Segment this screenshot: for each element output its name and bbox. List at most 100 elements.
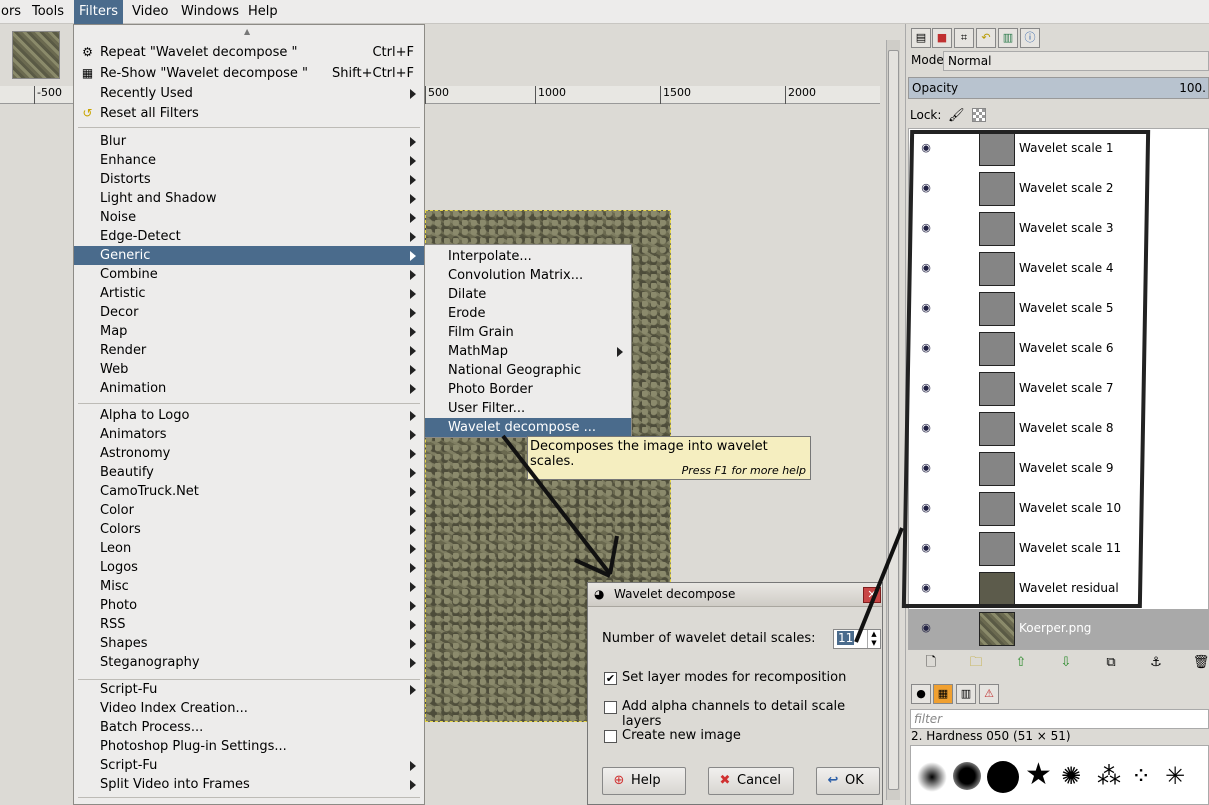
eye-icon[interactable]: ◉ [919,501,933,515]
menu-item-animators[interactable]: Animators [74,425,424,444]
layer-row[interactable]: ◉ Koerper.png [909,609,1208,649]
layer-row[interactable]: ◉ Wavelet scale 6 [909,329,1208,369]
new-image-checkbox[interactable] [604,730,617,743]
tab-info-icon[interactable]: ⓘ [1020,28,1040,48]
eye-icon[interactable]: ◉ [919,341,933,355]
layer-row[interactable]: ◉ Wavelet scale 2 [909,169,1208,209]
eye-icon[interactable]: ◉ [919,541,933,555]
menu-item-wavelet-decompose[interactable]: Wavelet decompose ... [425,418,631,437]
splatter-brush-icon[interactable]: ✳ [1165,764,1185,788]
eye-icon[interactable]: ◉ [919,581,933,595]
vertical-scrollbar[interactable] [886,40,900,800]
menu-item-photoshop-plug-in-settings[interactable]: Photoshop Plug-in Settings... [74,737,424,756]
new-layer-icon[interactable]: 🗋 [922,654,940,672]
anchor-layer-icon[interactable]: ⚓ [1147,654,1165,672]
menu-item-edge-detect[interactable]: Edge-Detect [74,227,424,246]
menu-item-film-grain[interactable]: Film Grain [425,323,631,342]
layer-row[interactable]: ◉ Wavelet scale 3 [909,209,1208,249]
menu-item-reshow[interactable]: ▦ Re-Show "Wavelet decompose " Shift+Ctr… [74,64,424,83]
menu-item-shapes[interactable]: Shapes [74,634,424,653]
menu-item-photo[interactable]: Photo [74,596,424,615]
menu-item-enhance[interactable]: Enhance [74,151,424,170]
brush-filter-input[interactable]: filter [910,709,1209,729]
eye-icon[interactable]: ◉ [919,421,933,435]
tab-paths-icon[interactable]: ⌗ [954,28,974,48]
layer-row[interactable]: ◉ Wavelet scale 8 [909,409,1208,449]
menu-windows[interactable]: Windows [176,0,244,24]
eye-icon[interactable]: ◉ [919,261,933,275]
menu-item-artistic[interactable]: Artistic [74,284,424,303]
menu-item-camotruck-net[interactable]: CamoTruck.Net [74,482,424,501]
menu-item-light-and-shadow[interactable]: Light and Shadow [74,189,424,208]
scroll-up-icon[interactable]: ▲ [244,27,250,36]
new-group-icon[interactable]: 🗀 [967,654,985,672]
dialog-titlebar[interactable]: ◕ Wavelet decompose ✕ [588,583,882,607]
layer-row[interactable]: ◉ Wavelet scale 10 [909,489,1208,529]
menu-item-rss[interactable]: RSS [74,615,424,634]
raise-layer-icon[interactable]: ⇧ [1012,654,1030,672]
menu-item-national-geographic[interactable]: National Geographic [425,361,631,380]
eye-icon[interactable]: ◉ [919,181,933,195]
scales-value[interactable]: 11 [837,631,855,645]
alpha-channels-checkbox[interactable] [604,701,617,714]
menu-item-reset-all[interactable]: ↺ Reset all Filters [74,104,424,123]
layer-row[interactable]: ◉ Wavelet scale 11 [909,529,1208,569]
layer-modes-checkbox[interactable]: ✔ [604,672,617,685]
menu-item-erode[interactable]: Erode [425,304,631,323]
eye-icon[interactable]: ◉ [919,141,933,155]
menu-item-user-filter[interactable]: User Filter... [425,399,631,418]
eye-icon[interactable]: ◉ [919,381,933,395]
tab-undo-icon[interactable]: ↶ [976,28,996,48]
scrollbar-thumb[interactable] [888,50,899,790]
menu-item-convolution-matrix[interactable]: Convolution Matrix... [425,266,631,285]
eye-icon[interactable]: ◉ [919,301,933,315]
menu-item-logos[interactable]: Logos [74,558,424,577]
menu-item-colors[interactable]: Colors [74,520,424,539]
mode-dropdown[interactable]: Normal [943,51,1209,71]
menu-item-recently-used[interactable]: Recently Used [74,84,424,103]
brush-item[interactable] [987,761,1019,793]
brushes-grid[interactable]: ★ ✺ ⁂ ⁘ ✳ [910,745,1209,805]
splatter-brush-icon[interactable]: ⁂ [1097,764,1121,788]
menu-help[interactable]: Help [243,0,283,24]
duplicate-layer-icon[interactable]: ⧉ [1102,654,1120,672]
menu-item-beautify[interactable]: Beautify [74,463,424,482]
menu-item-repeat[interactable]: ⚙ Repeat "Wavelet decompose " Ctrl+F [74,43,424,62]
menu-item-decor[interactable]: Decor [74,303,424,322]
lower-layer-icon[interactable]: ⇩ [1057,654,1075,672]
eye-icon[interactable]: ◉ [919,621,933,635]
menu-item-alpha-to-logo[interactable]: Alpha to Logo [74,406,424,425]
eye-icon[interactable]: ◉ [919,461,933,475]
menu-tools[interactable]: Tools [27,0,69,24]
menu-video[interactable]: Video [127,0,173,24]
layer-row[interactable]: ◉ Wavelet scale 1 [909,129,1208,169]
menu-item-blur[interactable]: Blur [74,132,424,151]
cancel-button[interactable]: ✖ Cancel [708,767,794,795]
scales-spinbutton[interactable]: 11 ▲ ▼ [833,629,881,649]
spin-arrows-icon[interactable]: ▲ ▼ [867,630,880,648]
menu-item-photo-border[interactable]: Photo Border [425,380,631,399]
menu-colors[interactable]: ors [0,0,26,24]
brush-item[interactable] [953,762,981,790]
tab-channels-icon[interactable]: ■ [932,28,952,48]
eye-icon[interactable]: ◉ [919,221,933,235]
opacity-slider[interactable]: Opacity 100. [908,77,1209,99]
tab-layers-icon[interactable]: ▤ [911,28,931,48]
layer-row[interactable]: ◉ Wavelet scale 5 [909,289,1208,329]
help-button[interactable]: ⊕ Help [602,767,686,795]
menu-item-steganography[interactable]: Steganography [74,653,424,672]
menu-item-generic[interactable]: Generic [74,246,424,265]
star-brush-icon[interactable]: ★ [1025,760,1052,790]
tab-gradients-icon[interactable]: ▥ [956,684,976,704]
tab-warning-icon[interactable]: ⚠ [979,684,999,704]
splatter-brush-icon[interactable]: ✺ [1061,764,1081,788]
menu-item-combine[interactable]: Combine [74,265,424,284]
lock-alpha-icon[interactable] [972,108,986,122]
menu-item-script-fu[interactable]: Script-Fu [74,756,424,775]
menu-item-map[interactable]: Map [74,322,424,341]
layer-row[interactable]: ◉ Wavelet scale 4 [909,249,1208,289]
menu-item-split-video-into-frames[interactable]: Split Video into Frames [74,775,424,794]
menu-item-noise[interactable]: Noise [74,208,424,227]
tab-brushes-icon[interactable]: ● [911,684,931,704]
image-thumbnail[interactable] [12,31,60,79]
